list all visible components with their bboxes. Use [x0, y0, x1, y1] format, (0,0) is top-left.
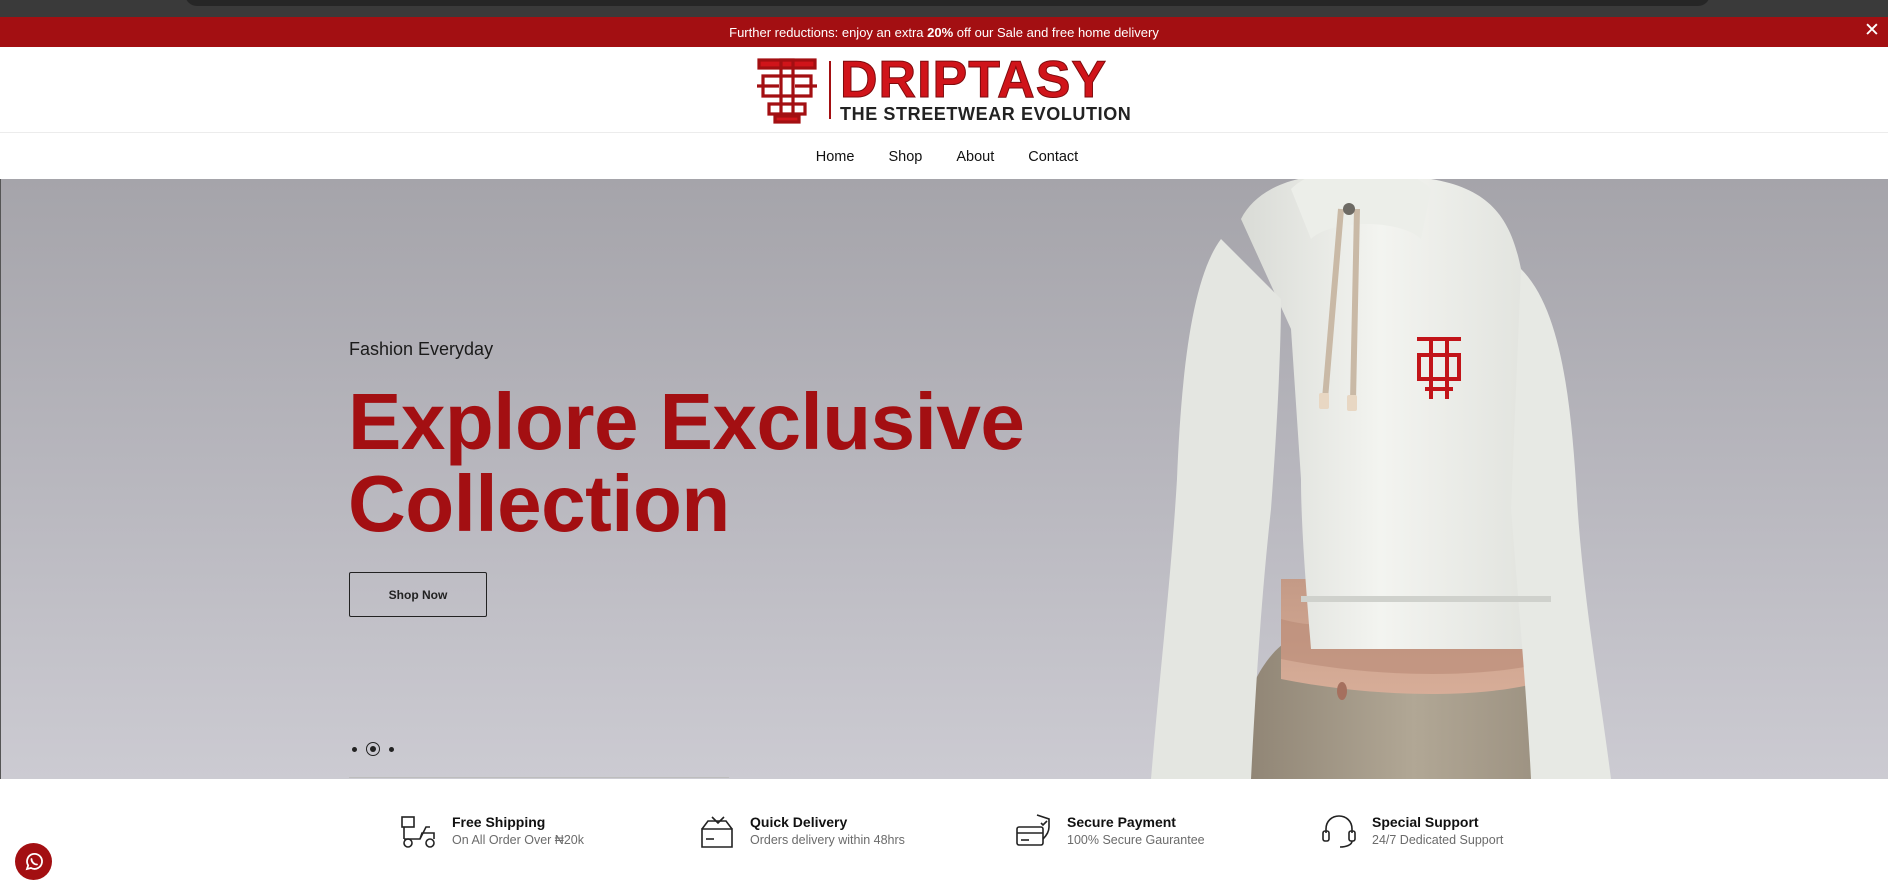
main-nav: Home Shop About Contact: [0, 134, 1888, 179]
promo-text: Further reductions: enjoy an extra 20% o…: [729, 24, 1159, 40]
slider-dots: [352, 742, 394, 756]
nav-home[interactable]: Home: [816, 149, 855, 165]
whatsapp-icon: [25, 852, 43, 870]
feature-title: Quick Delivery: [750, 814, 848, 830]
slider-dot-2[interactable]: [366, 742, 380, 756]
feature-desc: On All Order Over ₦20k: [452, 833, 584, 847]
feature-free-shipping: Free Shipping On All Order Over ₦20k: [400, 813, 584, 849]
feature-title: Free Shipping: [452, 814, 546, 830]
feature-title: Secure Payment: [1067, 814, 1176, 830]
feature-special-support: Special Support 24/7 Dedicated Support: [1320, 813, 1503, 849]
promo-bar: Further reductions: enjoy an extra 20% o…: [0, 17, 1888, 47]
nav-about[interactable]: About: [956, 149, 994, 165]
feature-title: Special Support: [1372, 814, 1479, 830]
hero-divider: [349, 777, 729, 778]
slider-dot-3[interactable]: [389, 746, 394, 752]
hero-title: Explore Exclusive Collection: [348, 377, 1025, 548]
feature-desc: Orders delivery within 48hrs: [750, 833, 905, 847]
hero-product-image: [1151, 179, 1611, 779]
features-strip: Free Shipping On All Order Over ₦20k Qui…: [0, 779, 1888, 891]
nav-contact[interactable]: Contact: [1028, 149, 1078, 165]
feature-secure-payment: Secure Payment 100% Secure Gaurantee: [1015, 813, 1205, 849]
feature-desc: 100% Secure Gaurantee: [1067, 833, 1205, 847]
hero-slider: Fashion Everyday Explore Exclusive Collec…: [0, 179, 1888, 779]
box-icon: [701, 816, 733, 848]
nav-shop[interactable]: Shop: [888, 149, 922, 165]
feature-quick-delivery: Quick Delivery Orders delivery within 48…: [698, 813, 905, 849]
shop-now-button[interactable]: Shop Now: [349, 572, 487, 617]
brand-tagline: THE STREETWEAR EVOLUTION: [840, 103, 1132, 124]
close-icon[interactable]: ✕: [1862, 21, 1882, 41]
site-header: DRIPTASY THE STREETWEAR EVOLUTION: [0, 47, 1888, 133]
logo-divider: [829, 61, 831, 119]
whatsapp-chat-button[interactable]: [15, 843, 52, 880]
logo-text: DRIPTASY THE STREETWEAR EVOLUTION: [839, 50, 1132, 124]
site-logo[interactable]: DRIPTASY THE STREETWEAR EVOLUTION: [753, 50, 1173, 125]
browser-chrome: [0, 0, 1888, 17]
browser-address-bar[interactable]: [185, 0, 1710, 6]
hero-subtitle: Fashion Everyday: [349, 339, 494, 359]
feature-desc: 24/7 Dedicated Support: [1372, 833, 1504, 847]
scooter-icon: [401, 816, 435, 848]
headset-icon: [1322, 815, 1356, 848]
slider-dot-1[interactable]: [352, 746, 357, 752]
brand-name: DRIPTASY: [839, 50, 1108, 109]
monogram-logo-icon: [757, 58, 817, 124]
card-icon: [1016, 814, 1050, 846]
